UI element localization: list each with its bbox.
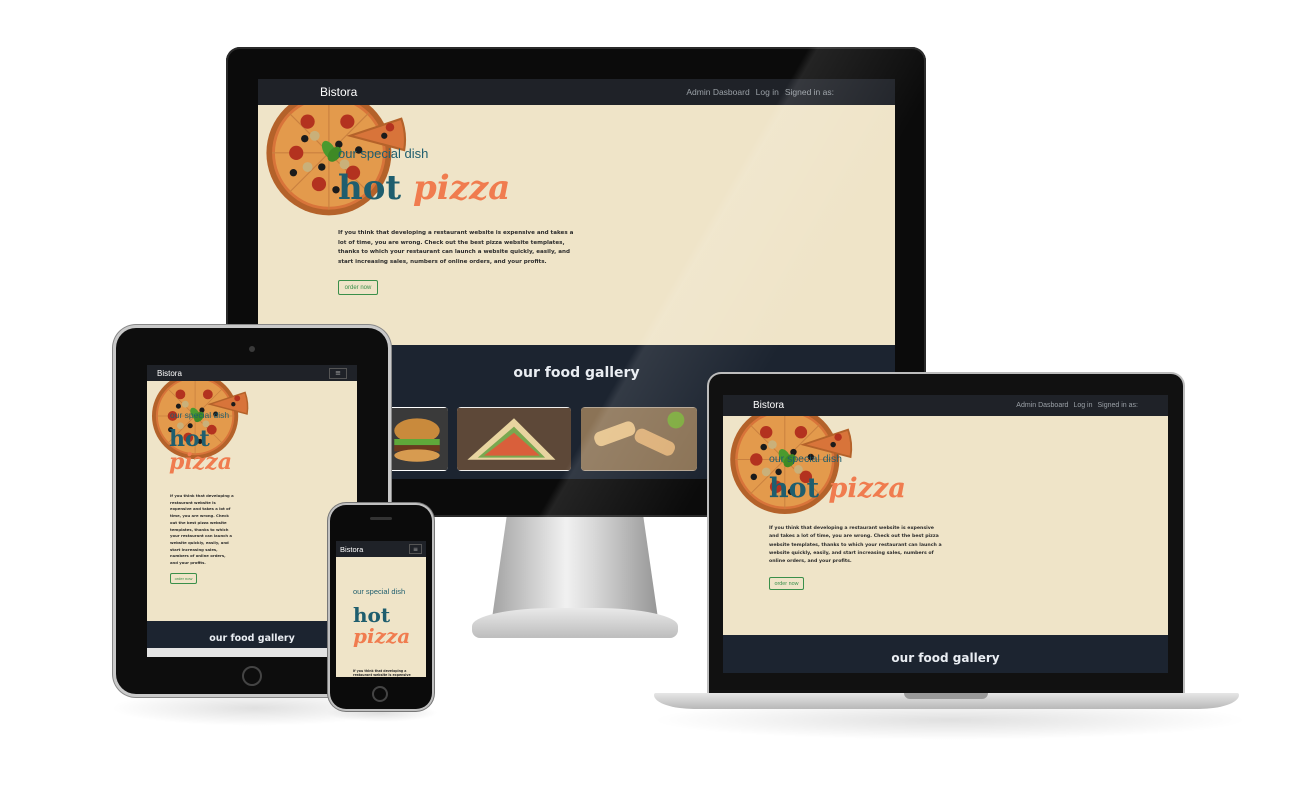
navbar: Bistora Admin Dasboard Log in Signed in …: [258, 79, 895, 105]
nav-admin-dashboard[interactable]: Admin Dasboard: [686, 87, 749, 97]
nav-log-in[interactable]: Log in: [1073, 402, 1092, 409]
phone-screen: Bistora ≡ our special dish hot pizza If …: [336, 541, 426, 677]
hero-description: If you think that developing a restauran…: [170, 493, 234, 566]
hero-description: If you think that developing a restauran…: [769, 526, 942, 565]
hero-headline: hot pizza: [769, 473, 906, 504]
food-gallery: our food gallery: [147, 621, 357, 657]
hero-headline: hot pizza: [338, 168, 511, 208]
order-now-button[interactable]: order now: [338, 280, 378, 295]
nav-signed-in: Signed in as:: [1097, 402, 1138, 409]
brand-logo[interactable]: Bistora: [157, 369, 182, 378]
navbar: Bistora ≡: [336, 541, 426, 557]
order-now-button[interactable]: order now: [769, 577, 804, 590]
monitor-stand-base: [472, 608, 678, 638]
hero-headline: hot pizza: [353, 605, 413, 647]
gallery-thumb-wraps[interactable]: [581, 407, 697, 471]
headline-word-hot: hot: [769, 473, 820, 504]
nav-signed-in: Signed in as:: [784, 87, 834, 97]
gallery-strip: [147, 648, 357, 657]
hamburger-icon[interactable]: ≡: [409, 544, 422, 554]
headline-word-hot: hot: [169, 426, 210, 452]
headline-word-hot: hot: [353, 603, 391, 627]
hero-eyebrow: our special dish: [353, 587, 406, 596]
hero-description: If you think that developing a restauran…: [353, 669, 411, 677]
brand-logo[interactable]: Bistora: [340, 545, 363, 554]
gallery-title: our food gallery: [891, 651, 1000, 665]
food-gallery: our food gallery: [723, 635, 1168, 673]
headline-word-pizza: pizza: [828, 473, 906, 504]
hero-eyebrow: our special dish: [338, 146, 429, 161]
gallery-thumb-burger[interactable]: [386, 407, 448, 471]
nav-log-in[interactable]: Log in: [756, 87, 779, 97]
nav-admin-dashboard[interactable]: Admin Dasboard: [1016, 402, 1068, 409]
order-now-button[interactable]: order now: [170, 573, 197, 584]
tablet-screen: Bistora ≡ our special dish hot pizza If …: [147, 365, 357, 657]
hamburger-icon[interactable]: ≡: [329, 367, 347, 379]
gallery-title: our food gallery: [209, 633, 295, 644]
hero-eyebrow: our special dish: [170, 410, 230, 420]
headline-word-pizza: pizza: [412, 168, 511, 208]
gallery-thumb-sandwich[interactable]: [457, 407, 571, 471]
navbar: Bistora ≡: [147, 365, 357, 381]
headline-word-pizza: pizza: [353, 624, 411, 648]
hero-eyebrow: our special dish: [769, 453, 842, 465]
laptop-notch: [904, 693, 988, 699]
monitor-stand-neck: [492, 517, 658, 617]
navbar: Bistora Admin Dasboard Log in Signed in …: [723, 395, 1168, 416]
phone-speaker: [370, 517, 392, 520]
hero-description: If you think that developing a restauran…: [338, 230, 574, 265]
headline-word-pizza: pizza: [169, 449, 232, 476]
brand-logo[interactable]: Bistora: [753, 400, 784, 411]
tablet-camera: [249, 346, 255, 352]
phone-home-button: [372, 686, 388, 702]
hero-headline: hot pizza: [169, 426, 239, 476]
headline-word-hot: hot: [338, 168, 402, 208]
laptop-screen: Bistora Admin Dasboard Log in Signed in …: [723, 395, 1168, 673]
brand-logo[interactable]: Bistora: [320, 85, 357, 99]
tablet-home-button: [242, 666, 262, 686]
